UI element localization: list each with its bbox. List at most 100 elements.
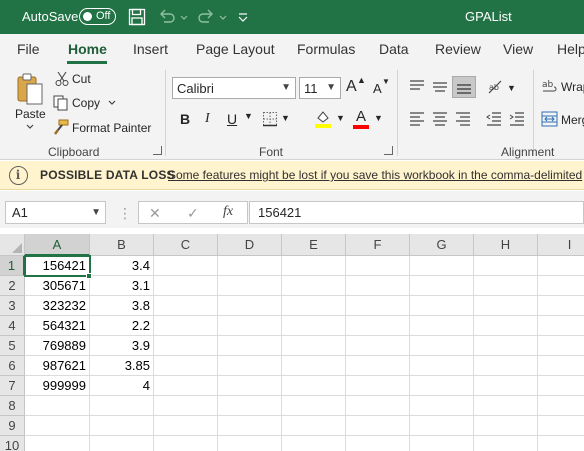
- tab-formulas[interactable]: Formulas: [297, 41, 355, 57]
- cut-button[interactable]: Cut: [72, 72, 91, 86]
- cell[interactable]: [218, 436, 282, 451]
- align-top-icon[interactable]: [409, 80, 425, 94]
- cell[interactable]: [282, 396, 346, 416]
- underline-dropdown-icon[interactable]: ▼: [244, 111, 253, 121]
- cell[interactable]: [410, 336, 474, 356]
- cell[interactable]: [346, 316, 410, 336]
- cell[interactable]: [282, 436, 346, 451]
- cell[interactable]: 3.1: [90, 276, 154, 296]
- cell[interactable]: 564321: [25, 316, 90, 336]
- cell[interactable]: [538, 296, 584, 316]
- column-header[interactable]: E: [282, 234, 346, 256]
- cell[interactable]: 3.4: [90, 256, 154, 276]
- cell[interactable]: [538, 396, 584, 416]
- italic-button[interactable]: I: [205, 111, 210, 127]
- cell[interactable]: [218, 416, 282, 436]
- cell[interactable]: 3.8: [90, 296, 154, 316]
- cell[interactable]: [218, 296, 282, 316]
- cell[interactable]: [154, 356, 218, 376]
- tab-file[interactable]: File: [17, 41, 40, 57]
- row-header[interactable]: 7: [0, 376, 25, 396]
- cell[interactable]: [282, 336, 346, 356]
- column-header[interactable]: H: [474, 234, 538, 256]
- cell[interactable]: [218, 316, 282, 336]
- cell[interactable]: [410, 376, 474, 396]
- cell[interactable]: [346, 376, 410, 396]
- borders-dropdown-icon[interactable]: ▼: [281, 113, 290, 123]
- cell[interactable]: [346, 336, 410, 356]
- cell[interactable]: [410, 416, 474, 436]
- underline-button[interactable]: U: [227, 111, 237, 127]
- cell[interactable]: [474, 296, 538, 316]
- cell[interactable]: [346, 256, 410, 276]
- cell[interactable]: 4: [90, 376, 154, 396]
- column-header[interactable]: F: [346, 234, 410, 256]
- row-header[interactable]: 9: [0, 416, 25, 436]
- row-header[interactable]: 5: [0, 336, 25, 356]
- cell[interactable]: [474, 356, 538, 376]
- row-header[interactable]: 3: [0, 296, 25, 316]
- row-header[interactable]: 8: [0, 396, 25, 416]
- redo-icon[interactable]: [196, 8, 216, 26]
- cell[interactable]: 323232: [25, 296, 90, 316]
- cell[interactable]: [346, 296, 410, 316]
- cell[interactable]: [538, 356, 584, 376]
- cell[interactable]: [90, 416, 154, 436]
- font-size-select[interactable]: 11 ▼: [299, 77, 341, 99]
- font-launcher-icon[interactable]: [384, 146, 393, 155]
- cell[interactable]: [154, 396, 218, 416]
- cell[interactable]: [410, 356, 474, 376]
- row-header[interactable]: 4: [0, 316, 25, 336]
- cancel-icon[interactable]: ✕: [149, 205, 161, 222]
- fill-color-icon[interactable]: [314, 109, 332, 128]
- tab-view[interactable]: View: [503, 41, 533, 57]
- column-header[interactable]: I: [538, 234, 584, 256]
- cell[interactable]: [474, 276, 538, 296]
- copy-dropdown-icon[interactable]: [108, 100, 116, 106]
- cell[interactable]: [410, 436, 474, 451]
- cell[interactable]: 305671: [25, 276, 90, 296]
- column-header[interactable]: D: [218, 234, 282, 256]
- fill-color-dropdown-icon[interactable]: ▼: [336, 113, 345, 123]
- cell[interactable]: [538, 276, 584, 296]
- cell[interactable]: [474, 256, 538, 276]
- message-link[interactable]: Some features might be lost if you save …: [168, 168, 582, 182]
- cell[interactable]: [474, 376, 538, 396]
- wrap-text-button[interactable]: Wrap: [561, 80, 584, 94]
- increase-indent-icon[interactable]: [509, 112, 525, 126]
- cell[interactable]: [346, 396, 410, 416]
- cell[interactable]: [218, 336, 282, 356]
- formula-input[interactable]: 156421: [249, 201, 584, 224]
- redo-dropdown-icon[interactable]: [218, 8, 228, 26]
- cell[interactable]: [410, 396, 474, 416]
- cell[interactable]: [346, 356, 410, 376]
- cell[interactable]: [410, 276, 474, 296]
- customize-qat-icon[interactable]: [237, 8, 249, 26]
- autosave-toggle[interactable]: Off: [79, 8, 116, 25]
- decrease-font-size-button[interactable]: A: [373, 81, 382, 96]
- cell[interactable]: 769889: [25, 336, 90, 356]
- align-left-icon[interactable]: [409, 112, 425, 126]
- cell[interactable]: [410, 256, 474, 276]
- cell[interactable]: [346, 276, 410, 296]
- cell[interactable]: [25, 396, 90, 416]
- cell[interactable]: 2.2: [90, 316, 154, 336]
- font-color-button[interactable]: A: [356, 108, 366, 125]
- tab-data[interactable]: Data: [379, 41, 409, 57]
- cell[interactable]: [25, 436, 90, 451]
- cell[interactable]: [154, 276, 218, 296]
- undo-icon[interactable]: [157, 8, 177, 26]
- cell[interactable]: [218, 396, 282, 416]
- tab-review[interactable]: Review: [435, 41, 481, 57]
- cell[interactable]: [474, 396, 538, 416]
- orientation-icon[interactable]: ab: [486, 78, 504, 96]
- cell[interactable]: [282, 356, 346, 376]
- cell[interactable]: [346, 416, 410, 436]
- cell[interactable]: [218, 276, 282, 296]
- cell[interactable]: [90, 396, 154, 416]
- cell[interactable]: 999999: [25, 376, 90, 396]
- cell[interactable]: [474, 316, 538, 336]
- cell[interactable]: [154, 416, 218, 436]
- borders-icon[interactable]: [262, 111, 278, 127]
- orientation-dropdown-icon[interactable]: ▼: [507, 83, 516, 93]
